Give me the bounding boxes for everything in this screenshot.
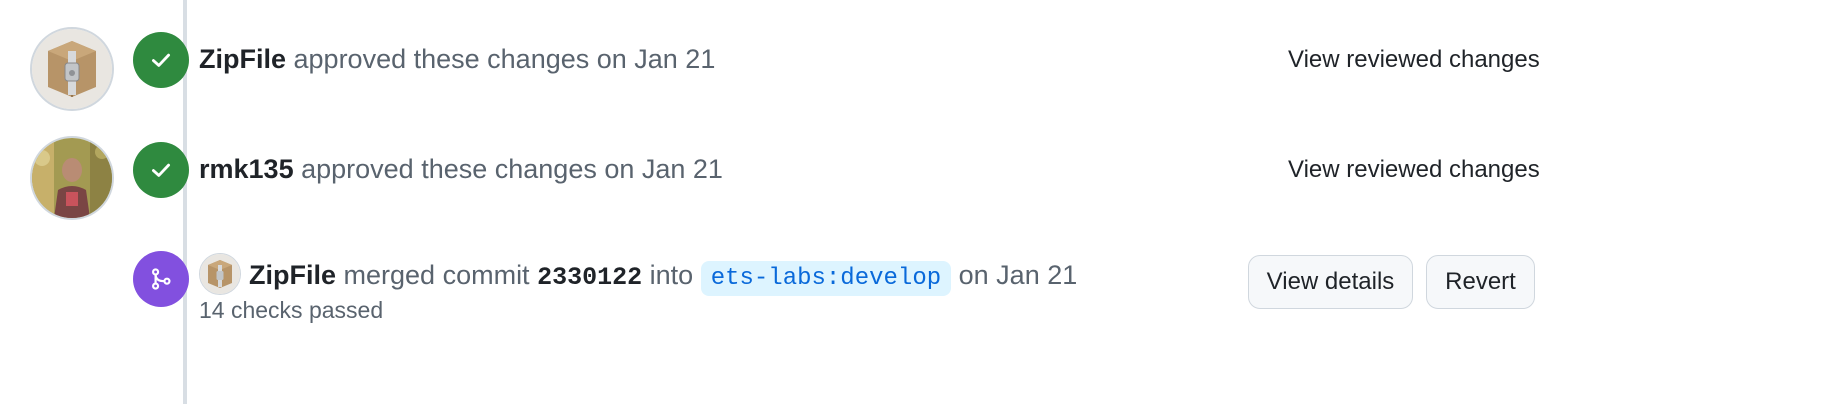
approved-badge [133,32,189,88]
event-action: approved these changes on Jan 21 [293,44,716,74]
merge-into: into [649,260,694,291]
revert-button[interactable]: Revert [1426,255,1535,309]
review-event-text: ZipFile approved these changes on Jan 21 [199,42,715,76]
avatar[interactable] [30,136,114,220]
view-details-button[interactable]: View details [1248,255,1413,309]
checks-status-text[interactable]: 14 checks passed [199,297,383,324]
merge-date: on Jan 21 [958,260,1078,291]
view-reviewed-changes-link[interactable]: View reviewed changes [1288,46,1540,74]
avatar[interactable] [199,253,241,295]
commit-sha-link[interactable]: 2330122 [537,263,642,292]
view-reviewed-changes-link[interactable]: View reviewed changes [1288,156,1540,184]
actor-link[interactable]: ZipFile [199,44,286,74]
git-merge-icon [152,268,171,290]
review-event-text: rmk135 approved these changes on Jan 21 [199,152,723,186]
avatar[interactable] [30,27,114,111]
merge-event-text: ZipFile merged commit 2330122 into ets-l… [199,253,1078,298]
merge-verb: merged commit [343,260,530,291]
merged-badge [133,251,189,307]
branch-label[interactable]: ets-labs:develop [700,261,952,297]
actor-link[interactable]: ZipFile [249,260,336,290]
check-icon [152,163,170,177]
check-icon [152,53,170,67]
zip-archive-avatar-icon [32,29,112,109]
person-photo-avatar-icon [32,138,112,218]
zip-archive-avatar-icon [200,254,240,294]
approved-badge [133,142,189,198]
actor-link[interactable]: rmk135 [199,154,294,184]
pr-timeline: ZipFile approved these changes on Jan 21… [0,0,1830,404]
event-action: approved these changes on Jan 21 [301,154,723,184]
